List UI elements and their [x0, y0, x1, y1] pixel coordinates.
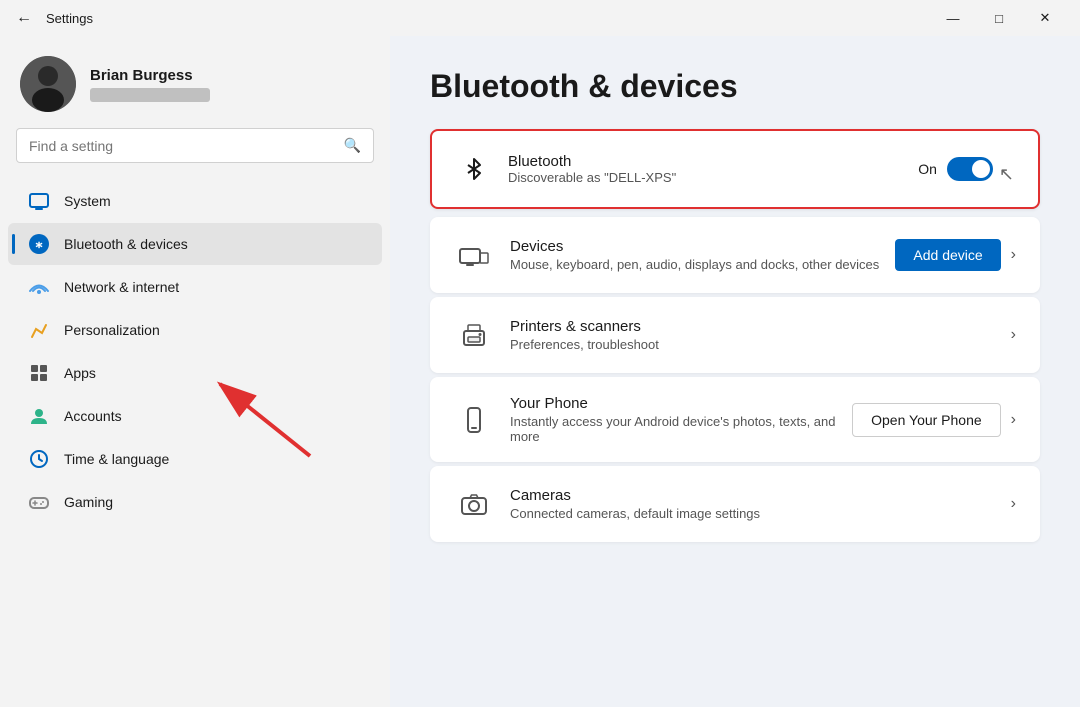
avatar — [20, 56, 76, 112]
bluetooth-toggle-text: Bluetooth Discoverable as "DELL-XPS" — [508, 153, 902, 185]
cameras-subtitle: Connected cameras, default image setting… — [510, 506, 995, 521]
svg-text:∗: ∗ — [35, 237, 44, 252]
sidebar-wrapper: Brian Burgess 🔍 System — [0, 36, 390, 707]
app-window: Brian Burgess 🔍 System — [0, 36, 1080, 707]
sidebar-item-bluetooth[interactable]: ∗ Bluetooth & devices — [8, 223, 382, 265]
back-button[interactable]: ← — [12, 9, 36, 27]
sidebar-item-accounts[interactable]: Accounts — [8, 395, 382, 437]
titlebar-controls: — □ ✕ — [930, 0, 1068, 36]
sidebar-item-label-accounts: Accounts — [64, 408, 122, 424]
main-content: Bluetooth & devices Bluetooth Discoverab… — [390, 36, 1080, 707]
user-info: Brian Burgess — [90, 67, 210, 102]
sidebar-item-time[interactable]: Time & language — [8, 438, 382, 480]
close-button[interactable]: ✕ — [1022, 0, 1068, 36]
sidebar-item-label-bluetooth: Bluetooth & devices — [64, 236, 188, 252]
sidebar-item-label-apps: Apps — [64, 365, 96, 381]
yourphone-action: Open Your Phone › — [852, 403, 1016, 437]
cameras-chevron: › — [1011, 495, 1016, 513]
sidebar-item-gaming[interactable]: Gaming — [8, 481, 382, 523]
printers-subtitle: Preferences, troubleshoot — [510, 337, 995, 352]
sidebar-item-system[interactable]: System — [8, 180, 382, 222]
search-icon: 🔍 — [344, 137, 361, 154]
bluetooth-toggle-title: Bluetooth — [508, 153, 902, 170]
printers-title: Printers & scanners — [510, 318, 995, 335]
user-profile: Brian Burgess — [0, 36, 390, 128]
search-box: 🔍 — [16, 128, 374, 163]
search-input[interactable] — [29, 138, 336, 154]
nav-items: System ∗ Bluetooth & devices — [0, 179, 390, 524]
sidebar-item-personalization[interactable]: Personalization — [8, 309, 382, 351]
system-icon — [28, 190, 50, 212]
devices-subtitle: Mouse, keyboard, pen, audio, displays an… — [510, 257, 879, 272]
search-container: 🔍 — [0, 128, 390, 179]
add-device-button[interactable]: Add device — [895, 239, 1000, 271]
bluetooth-toggle-card[interactable]: Bluetooth Discoverable as "DELL-XPS" On … — [430, 129, 1040, 209]
devices-card[interactable]: Devices Mouse, keyboard, pen, audio, dis… — [430, 217, 1040, 293]
time-icon — [28, 448, 50, 470]
bluetooth-icon: ∗ — [28, 233, 50, 255]
devices-title: Devices — [510, 238, 879, 255]
yourphone-icon — [454, 400, 494, 440]
user-name: Brian Burgess — [90, 67, 210, 84]
minimize-button[interactable]: — — [930, 0, 976, 36]
network-icon — [28, 276, 50, 298]
user-email-blur — [90, 88, 210, 102]
printers-text: Printers & scanners Preferences, trouble… — [510, 318, 995, 352]
titlebar: ← Settings — □ ✕ — [0, 0, 1080, 36]
gaming-icon — [28, 491, 50, 513]
maximize-button[interactable]: □ — [976, 0, 1022, 36]
devices-icon — [454, 235, 494, 275]
sidebar-item-label-gaming: Gaming — [64, 494, 113, 510]
bluetooth-toggle-switch[interactable] — [947, 157, 993, 181]
sidebar-item-network[interactable]: Network & internet — [8, 266, 382, 308]
yourphone-text: Your Phone Instantly access your Android… — [510, 395, 836, 444]
yourphone-title: Your Phone — [510, 395, 836, 412]
bluetooth-card-icon — [456, 151, 492, 187]
printers-card[interactable]: Printers & scanners Preferences, trouble… — [430, 297, 1040, 373]
sidebar-item-label-personalization: Personalization — [64, 322, 160, 338]
bluetooth-toggle-subtitle: Discoverable as "DELL-XPS" — [508, 170, 902, 185]
apps-icon — [28, 362, 50, 384]
accounts-icon — [28, 405, 50, 427]
yourphone-card[interactable]: Your Phone Instantly access your Android… — [430, 377, 1040, 462]
sidebar-item-apps[interactable]: Apps — [8, 352, 382, 394]
personalization-icon — [28, 319, 50, 341]
devices-text: Devices Mouse, keyboard, pen, audio, dis… — [510, 238, 879, 272]
cameras-card[interactable]: Cameras Connected cameras, default image… — [430, 466, 1040, 542]
bluetooth-toggle-area: On ↖ — [918, 154, 1014, 185]
printers-icon — [454, 315, 494, 355]
cameras-title: Cameras — [510, 487, 995, 504]
printers-chevron: › — [1011, 326, 1016, 344]
yourphone-subtitle: Instantly access your Android device's p… — [510, 414, 836, 444]
titlebar-left: ← Settings — [12, 9, 93, 27]
open-your-phone-button[interactable]: Open Your Phone — [852, 403, 1001, 437]
sidebar: Brian Burgess 🔍 System — [0, 36, 390, 540]
titlebar-title: Settings — [46, 11, 93, 26]
sidebar-item-label-system: System — [64, 193, 111, 209]
bluetooth-toggle-label: On — [918, 161, 937, 177]
sidebar-item-label-network: Network & internet — [64, 279, 179, 295]
cameras-icon — [454, 484, 494, 524]
devices-action: Add device › — [895, 239, 1016, 271]
sidebar-item-label-time: Time & language — [64, 451, 169, 467]
cameras-action: › — [1011, 495, 1016, 513]
cursor-icon: ↖ — [999, 164, 1014, 185]
cameras-text: Cameras Connected cameras, default image… — [510, 487, 995, 521]
page-title: Bluetooth & devices — [430, 68, 1040, 105]
yourphone-chevron: › — [1011, 411, 1016, 429]
printers-action: › — [1011, 326, 1016, 344]
devices-chevron: › — [1011, 246, 1016, 264]
